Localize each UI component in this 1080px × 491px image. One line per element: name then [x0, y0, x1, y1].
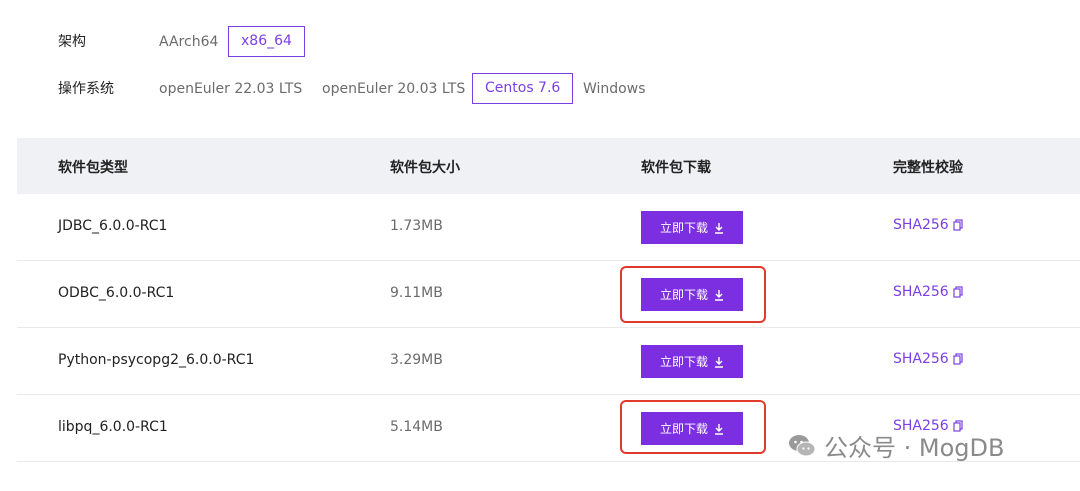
- highlight-box: [620, 400, 766, 454]
- table-row: Python-psycopg2_6.0.0-RC1 3.29MB 立即下载 SH…: [17, 328, 1080, 395]
- watermark-text: 公众号 · MogDB: [824, 434, 1005, 462]
- download-label: 立即下载: [659, 355, 708, 369]
- sha256-link[interactable]: SHA256: [893, 284, 963, 300]
- download-button[interactable]: 立即下载: [641, 211, 743, 244]
- wechat-icon: [789, 434, 816, 456]
- header-package-download: 软件包下载: [641, 160, 711, 176]
- header-integrity-check: 完整性校验: [893, 160, 963, 176]
- watermark: 公众号 · MogDB: [788, 428, 1004, 463]
- os-option-openeuler-22-03[interactable]: openEuler 22.03 LTS: [159, 79, 302, 99]
- download-icon: [715, 222, 723, 234]
- header-package-type: 软件包类型: [58, 160, 128, 176]
- sha256-link[interactable]: SHA256: [893, 217, 963, 233]
- package-size: 1.73MB: [390, 218, 443, 234]
- download-icon: [715, 356, 723, 368]
- highlight-box: [620, 266, 766, 323]
- download-label: 立即下载: [659, 221, 708, 235]
- os-label: 操作系统: [58, 81, 114, 97]
- package-name: JDBC_6.0.0-RC1: [58, 218, 168, 234]
- os-option-centos-7-6[interactable]: Centos 7.6: [472, 73, 574, 104]
- table-row: ODBC_6.0.0-RC1 9.11MB 立即下载 SHA256: [17, 261, 1080, 328]
- download-button[interactable]: 立即下载: [641, 345, 743, 378]
- package-size: 3.29MB: [390, 352, 443, 368]
- table-header: 软件包类型 软件包大小 软件包下载 完整性校验: [17, 138, 1080, 194]
- os-option-windows[interactable]: Windows: [583, 79, 646, 99]
- arch-label: 架构: [58, 34, 86, 50]
- arch-option-x86-64[interactable]: x86_64: [228, 26, 305, 57]
- package-name: ODBC_6.0.0-RC1: [58, 285, 175, 301]
- sha256-label: SHA256: [893, 284, 949, 300]
- sha256-label: SHA256: [893, 351, 949, 367]
- package-name: Python-psycopg2_6.0.0-RC1: [58, 352, 255, 368]
- arch-option-aarch64[interactable]: AArch64: [159, 32, 218, 52]
- package-size: 5.14MB: [390, 419, 443, 435]
- sha256-link[interactable]: SHA256: [893, 351, 963, 367]
- copy-icon[interactable]: [953, 353, 963, 365]
- package-size: 9.11MB: [390, 285, 443, 301]
- sha256-label: SHA256: [893, 217, 949, 233]
- os-option-openeuler-20-03[interactable]: openEuler 20.03 LTS: [322, 79, 465, 99]
- package-name: libpq_6.0.0-RC1: [58, 419, 168, 435]
- header-package-size: 软件包大小: [390, 160, 460, 176]
- table-row: JDBC_6.0.0-RC1 1.73MB 立即下载 SHA256: [17, 194, 1080, 261]
- copy-icon[interactable]: [953, 286, 963, 298]
- copy-icon[interactable]: [953, 219, 963, 231]
